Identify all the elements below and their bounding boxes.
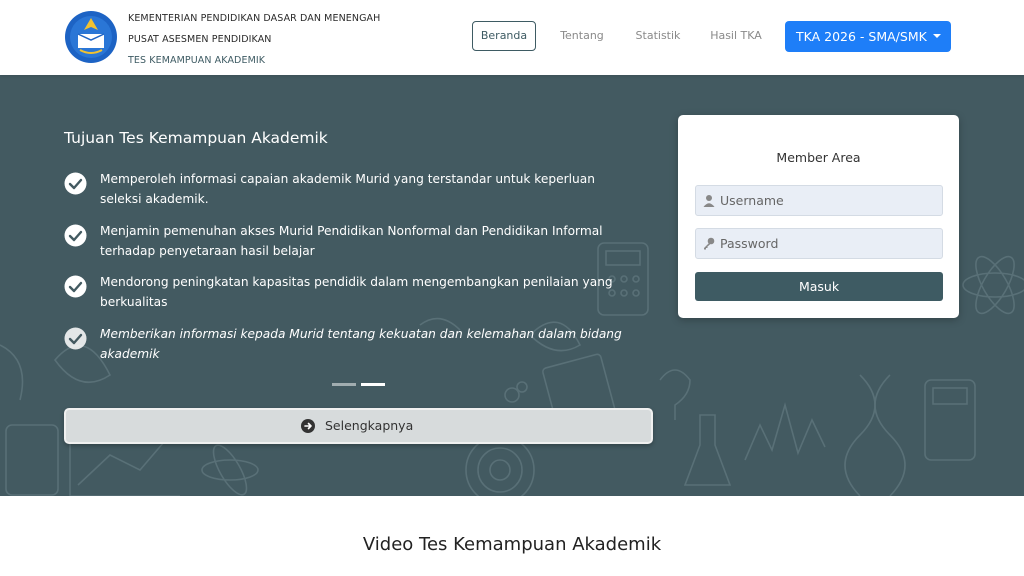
tka-dropdown-label: TKA 2026 - SMA/SMK: [796, 29, 927, 44]
masuk-button[interactable]: Masuk: [695, 272, 943, 301]
user-icon: [703, 195, 715, 207]
selengkapnya-button[interactable]: Selengkapnya: [64, 408, 653, 444]
carousel-dot-active[interactable]: [361, 383, 385, 386]
check-circle-icon: [64, 224, 87, 247]
username-input[interactable]: [720, 186, 938, 215]
password-input[interactable]: [720, 229, 938, 258]
goal-text: Memperoleh informasi capaian akademik Mu…: [100, 172, 595, 206]
nav-tentang[interactable]: Tentang: [551, 21, 613, 51]
site-header: KEMENTERIAN PENDIDIKAN DASAR DAN MENENGA…: [0, 0, 1024, 75]
caret-down-icon: [933, 34, 941, 38]
password-field[interactable]: [695, 228, 943, 259]
brand-text: KEMENTERIAN PENDIDIKAN DASAR DAN MENENGA…: [128, 8, 380, 71]
member-area-card: Member Area Masuk: [678, 115, 959, 318]
goal-text: Menjamin pemenuhan akses Murid Pendidika…: [100, 224, 603, 258]
nav-statistik[interactable]: Statistik: [628, 21, 688, 51]
org-line-1: KEMENTERIAN PENDIDIKAN DASAR DAN MENENGA…: [128, 13, 381, 24]
member-area-title: Member Area: [776, 150, 861, 165]
carousel-dot[interactable]: [332, 383, 356, 386]
check-circle-icon: [64, 275, 87, 298]
kemendikdasmen-logo-icon[interactable]: [64, 10, 118, 64]
goal-text: Memberikan informasi kepada Murid tentan…: [100, 327, 622, 361]
tka-dropdown-button[interactable]: TKA 2026 - SMA/SMK: [785, 21, 951, 52]
check-circle-icon: [64, 172, 87, 195]
hero-title: Tujuan Tes Kemampuan Akademik: [64, 129, 328, 147]
nav-beranda[interactable]: Beranda: [472, 21, 536, 51]
username-field[interactable]: [695, 185, 943, 216]
check-circle-icon: [64, 327, 87, 350]
selengkapnya-label: Selengkapnya: [325, 418, 414, 433]
goal-text: Mendorong peningkatan kapasitas pendidik…: [100, 275, 613, 309]
org-line-2: PUSAT ASESMEN PENDIDIKAN: [128, 34, 272, 45]
org-line-3: TES KEMAMPUAN AKADEMIK: [128, 55, 266, 66]
arrow-circle-right-icon: [301, 419, 315, 433]
key-icon: [704, 237, 715, 250]
video-section-title: Video Tes Kemampuan Akademik: [362, 534, 662, 555]
nav-hasil-tka[interactable]: Hasil TKA: [703, 21, 769, 51]
